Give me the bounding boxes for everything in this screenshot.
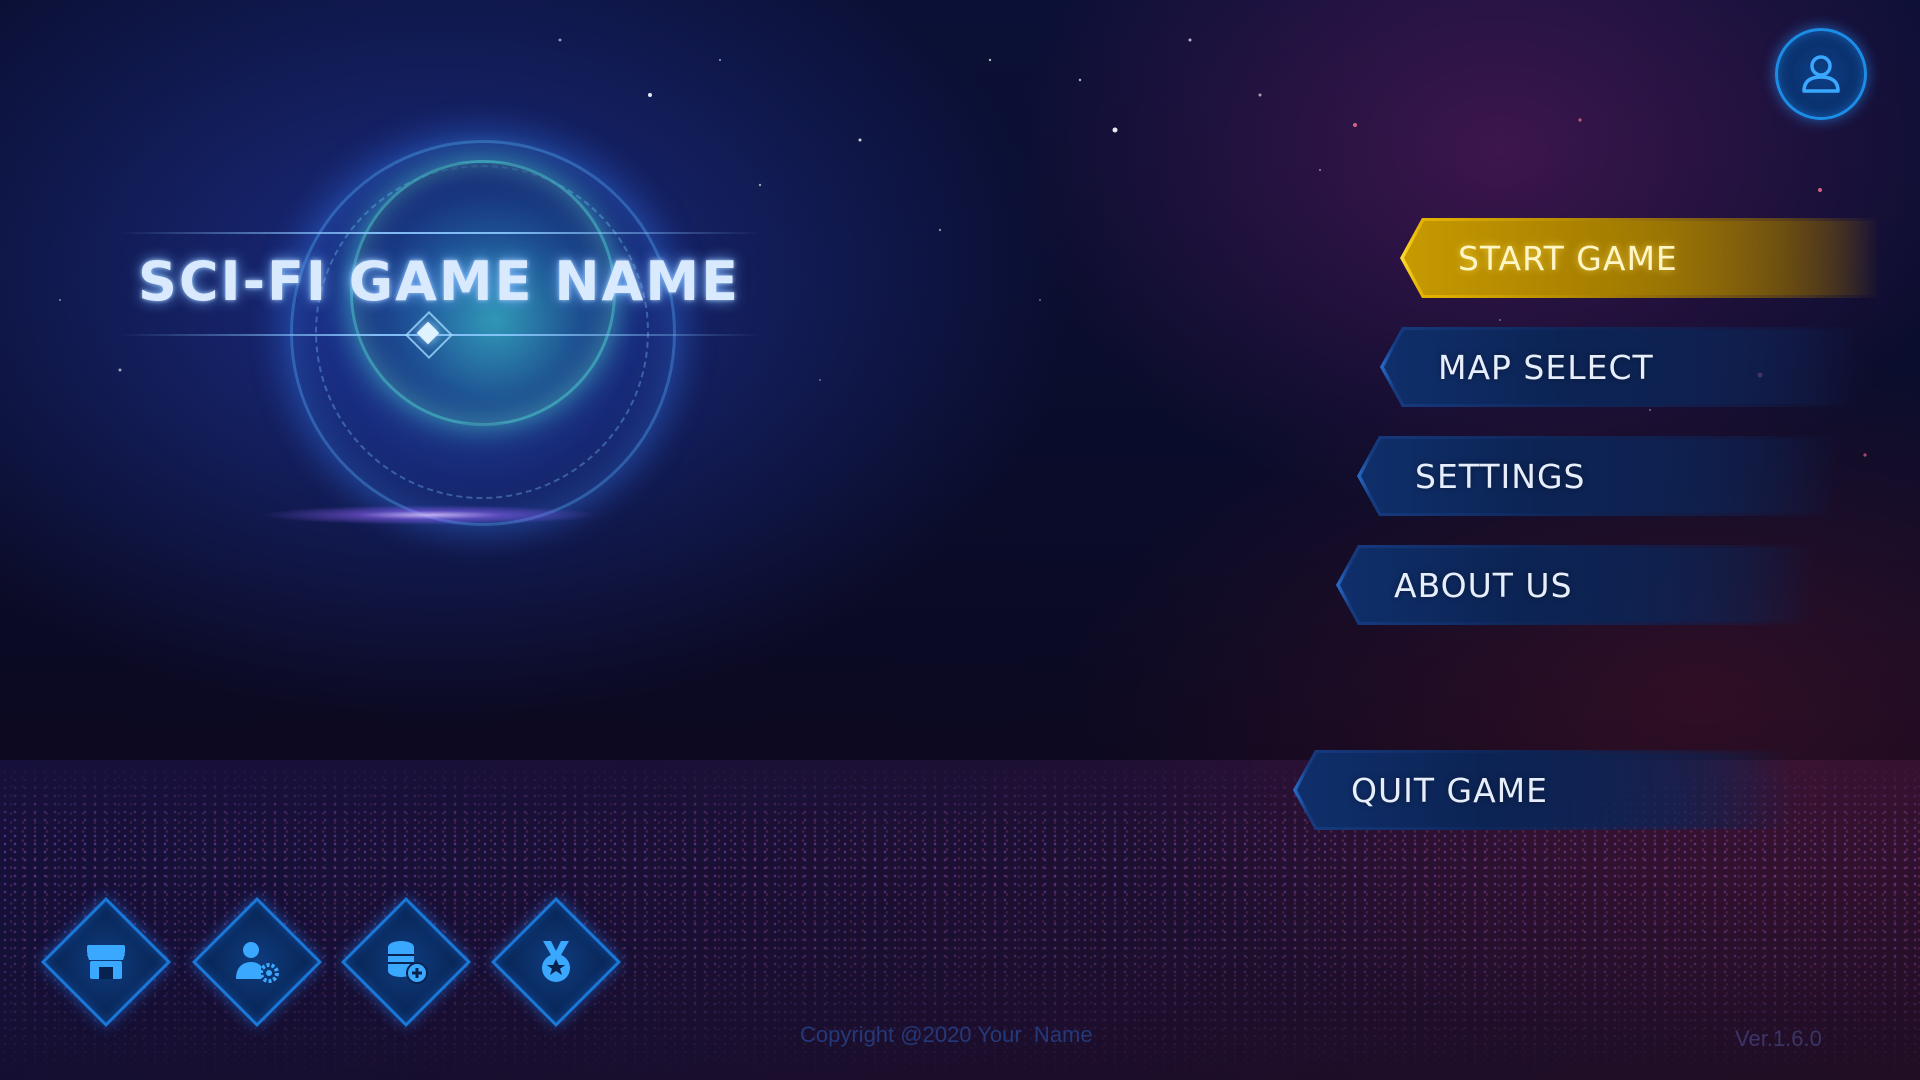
account-settings-button[interactable] bbox=[191, 896, 323, 1028]
user-settings-icon bbox=[236, 942, 279, 983]
user-icon bbox=[1802, 55, 1840, 93]
shop-icon bbox=[87, 945, 125, 979]
about-us-button[interactable]: ABOUT US bbox=[1336, 545, 1816, 625]
shop-button[interactable] bbox=[40, 896, 172, 1028]
settings-button[interactable]: SETTINGS bbox=[1357, 436, 1837, 516]
settings-label: SETTINGS bbox=[1415, 456, 1586, 496]
coins-add-icon bbox=[388, 941, 428, 984]
title-divider-top bbox=[120, 232, 760, 234]
achievements-button[interactable] bbox=[490, 896, 622, 1028]
quit-game-button[interactable]: QUIT GAME bbox=[1293, 750, 1793, 830]
coins-button[interactable] bbox=[340, 896, 472, 1028]
copyright-text: Copyright @2020 Your Name bbox=[800, 1022, 1093, 1047]
game-logo: SCI-FI GAME NAME bbox=[120, 90, 820, 560]
start-game-label: START GAME bbox=[1458, 238, 1678, 278]
portal-glow-base bbox=[260, 505, 600, 525]
medal-icon bbox=[542, 941, 570, 982]
about-us-label: ABOUT US bbox=[1394, 565, 1573, 605]
game-title: SCI-FI GAME NAME bbox=[138, 250, 740, 313]
map-select-button[interactable]: MAP SELECT bbox=[1380, 327, 1860, 407]
start-game-button[interactable]: START GAME bbox=[1400, 218, 1880, 298]
version-label: Ver.1.6.0 bbox=[1735, 1026, 1822, 1051]
profile-button[interactable] bbox=[1775, 28, 1867, 120]
map-select-label: MAP SELECT bbox=[1438, 347, 1654, 387]
quit-game-label: QUIT GAME bbox=[1351, 770, 1548, 810]
